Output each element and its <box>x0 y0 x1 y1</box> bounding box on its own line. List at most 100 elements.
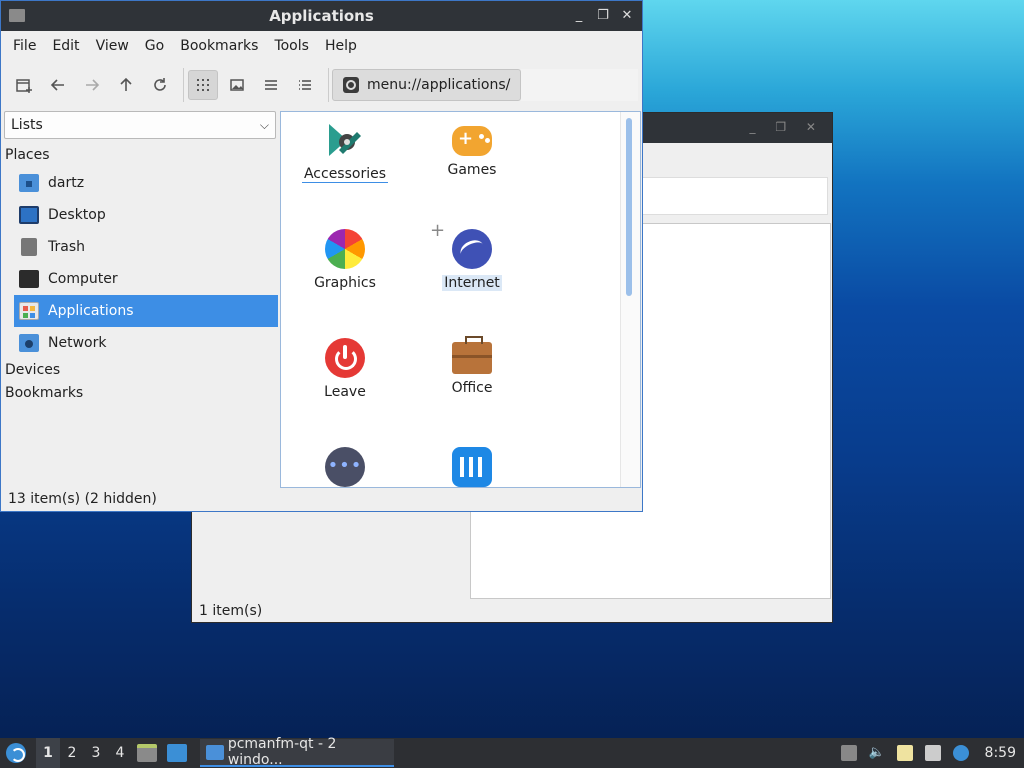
sidebar-item-label: Desktop <box>48 207 106 223</box>
accessories-icon <box>325 120 365 160</box>
workspace-4[interactable]: 4 <box>108 738 132 768</box>
location-path: menu://applications/ <box>367 77 511 93</box>
background-window-controls[interactable]: _ ❐ ✕ <box>750 120 824 134</box>
folder-item-other[interactable] <box>285 447 405 487</box>
location-bar[interactable]: menu://applications/ <box>332 69 521 101</box>
sidebar: Lists ⌵ Places dartz Desktop Trash Compu… <box>1 111 279 491</box>
sidebar-item-desktop[interactable]: Desktop <box>14 199 278 231</box>
devices-heading[interactable]: Devices <box>1 359 279 382</box>
network-icon <box>19 334 39 352</box>
folder-item-label: Games <box>447 162 497 178</box>
sidebar-mode-select[interactable]: Lists ⌵ <box>4 111 276 139</box>
sidebar-mode-value: Lists <box>11 117 43 133</box>
window-titlebar[interactable]: Applications _ ❐ ✕ <box>1 1 642 31</box>
location-bar-extension[interactable] <box>521 69 638 101</box>
sidebar-item-applications[interactable]: Applications <box>14 295 278 327</box>
folder-item-accessories[interactable]: Accessories <box>285 120 405 183</box>
folder-icon <box>9 9 25 22</box>
home-folder-icon <box>19 174 39 192</box>
folder-item-label: Internet <box>442 275 502 291</box>
icon-view-icon[interactable] <box>188 70 218 100</box>
detailed-view-icon[interactable] <box>290 70 320 100</box>
settings-icon <box>452 447 492 487</box>
up-icon[interactable] <box>111 70 141 100</box>
folder-item-label: Office <box>451 380 493 396</box>
sidebar-item-dartz[interactable]: dartz <box>14 167 278 199</box>
other-icon <box>325 447 365 487</box>
folder-item-graphics[interactable]: Graphics <box>285 229 405 291</box>
sidebar-item-computer[interactable]: Computer <box>14 263 278 295</box>
status-bar: 13 item(s) (2 hidden) <box>8 491 157 507</box>
menu-bookmarks[interactable]: Bookmarks <box>172 31 266 61</box>
back-icon[interactable] <box>43 70 73 100</box>
folder-item-label: Accessories <box>301 166 389 183</box>
graphics-icon <box>325 229 365 269</box>
taskbar-task-pcmanfm[interactable]: pcmanfm-qt - 2 windo... <box>200 736 394 768</box>
folder-item-label: Graphics <box>314 275 376 291</box>
menu-file[interactable]: File <box>5 31 44 61</box>
maximize-button[interactable]: ❐ <box>596 7 610 25</box>
chevron-down-icon: ⌵ <box>259 117 269 132</box>
taskbar: 1 2 3 4 pcmanfm-qt - 2 windo... 8:59 <box>0 736 1024 768</box>
menu-tools[interactable]: Tools <box>266 31 317 61</box>
toolbar-separator <box>183 68 184 102</box>
menu-edit[interactable]: Edit <box>44 31 87 61</box>
folder-item-internet[interactable]: Internet <box>412 229 532 291</box>
clock[interactable]: 8:59 <box>985 745 1016 761</box>
close-button[interactable]: ✕ <box>620 7 634 25</box>
folder-item-office[interactable]: Office <box>412 336 532 396</box>
reload-icon[interactable] <box>145 70 175 100</box>
sidebar-item-label: Trash <box>48 239 85 255</box>
menu-help[interactable]: Help <box>317 31 365 61</box>
compact-view-icon[interactable] <box>256 70 286 100</box>
desktop-icon <box>19 206 39 224</box>
folder-item-settings[interactable] <box>412 447 532 487</box>
scrollbar-thumb[interactable] <box>626 118 632 296</box>
office-icon <box>452 336 492 374</box>
system-tray: 8:59 <box>835 738 1024 768</box>
notification-icon[interactable] <box>952 745 969 761</box>
workspace-3[interactable]: 3 <box>84 738 108 768</box>
folder-item-leave[interactable]: Leave <box>285 338 405 400</box>
file-manager-launcher-icon[interactable] <box>137 744 157 762</box>
location-search-icon <box>343 77 359 93</box>
background-window-status: 1 item(s) <box>199 603 263 619</box>
trash-icon <box>21 238 37 256</box>
toolbar-separator <box>328 68 329 102</box>
sidebar-item-network[interactable]: Network <box>14 327 278 359</box>
toolbar: menu://applications/ <box>1 61 642 109</box>
task-label: pcmanfm-qt - 2 windo... <box>227 736 337 768</box>
new-tab-icon[interactable] <box>9 70 39 100</box>
minimize-button[interactable]: _ <box>572 7 586 25</box>
menubar: File Edit View Go Bookmarks Tools Help <box>1 31 642 61</box>
menu-view[interactable]: View <box>88 31 137 61</box>
app-menu-icon[interactable] <box>6 743 26 763</box>
show-desktop-icon[interactable] <box>167 744 187 762</box>
folder-view[interactable]: Accessories Games + Graphics Internet Le… <box>280 111 641 488</box>
background-window-location-bar[interactable] <box>642 177 828 215</box>
folder-icon <box>206 744 224 760</box>
forward-icon[interactable] <box>77 70 107 100</box>
thumbnail-view-icon[interactable] <box>222 70 252 100</box>
file-manager-window[interactable]: Applications _ ❐ ✕ File Edit View Go Boo… <box>0 0 643 512</box>
vertical-scrollbar[interactable] <box>620 112 640 487</box>
clipboard-icon[interactable] <box>896 745 913 761</box>
network-tray-icon[interactable] <box>924 745 941 761</box>
sidebar-item-label: dartz <box>48 175 85 191</box>
computer-icon <box>19 270 39 288</box>
tray-expand-icon[interactable] <box>840 745 857 761</box>
folder-item-games[interactable]: Games <box>412 120 532 178</box>
sidebar-item-trash[interactable]: Trash <box>14 231 278 263</box>
sidebar-item-label: Network <box>48 335 107 351</box>
applications-icon <box>19 302 39 320</box>
leave-icon <box>325 338 365 378</box>
bookmarks-heading[interactable]: Bookmarks <box>1 382 279 405</box>
sidebar-item-label: Computer <box>48 271 118 287</box>
games-icon <box>452 126 492 156</box>
places-heading[interactable]: Places <box>1 144 279 167</box>
workspace-1[interactable]: 1 <box>36 738 60 768</box>
volume-icon[interactable] <box>869 745 885 761</box>
menu-go[interactable]: Go <box>137 31 172 61</box>
folder-item-label: Leave <box>324 384 366 400</box>
workspace-2[interactable]: 2 <box>60 738 84 768</box>
